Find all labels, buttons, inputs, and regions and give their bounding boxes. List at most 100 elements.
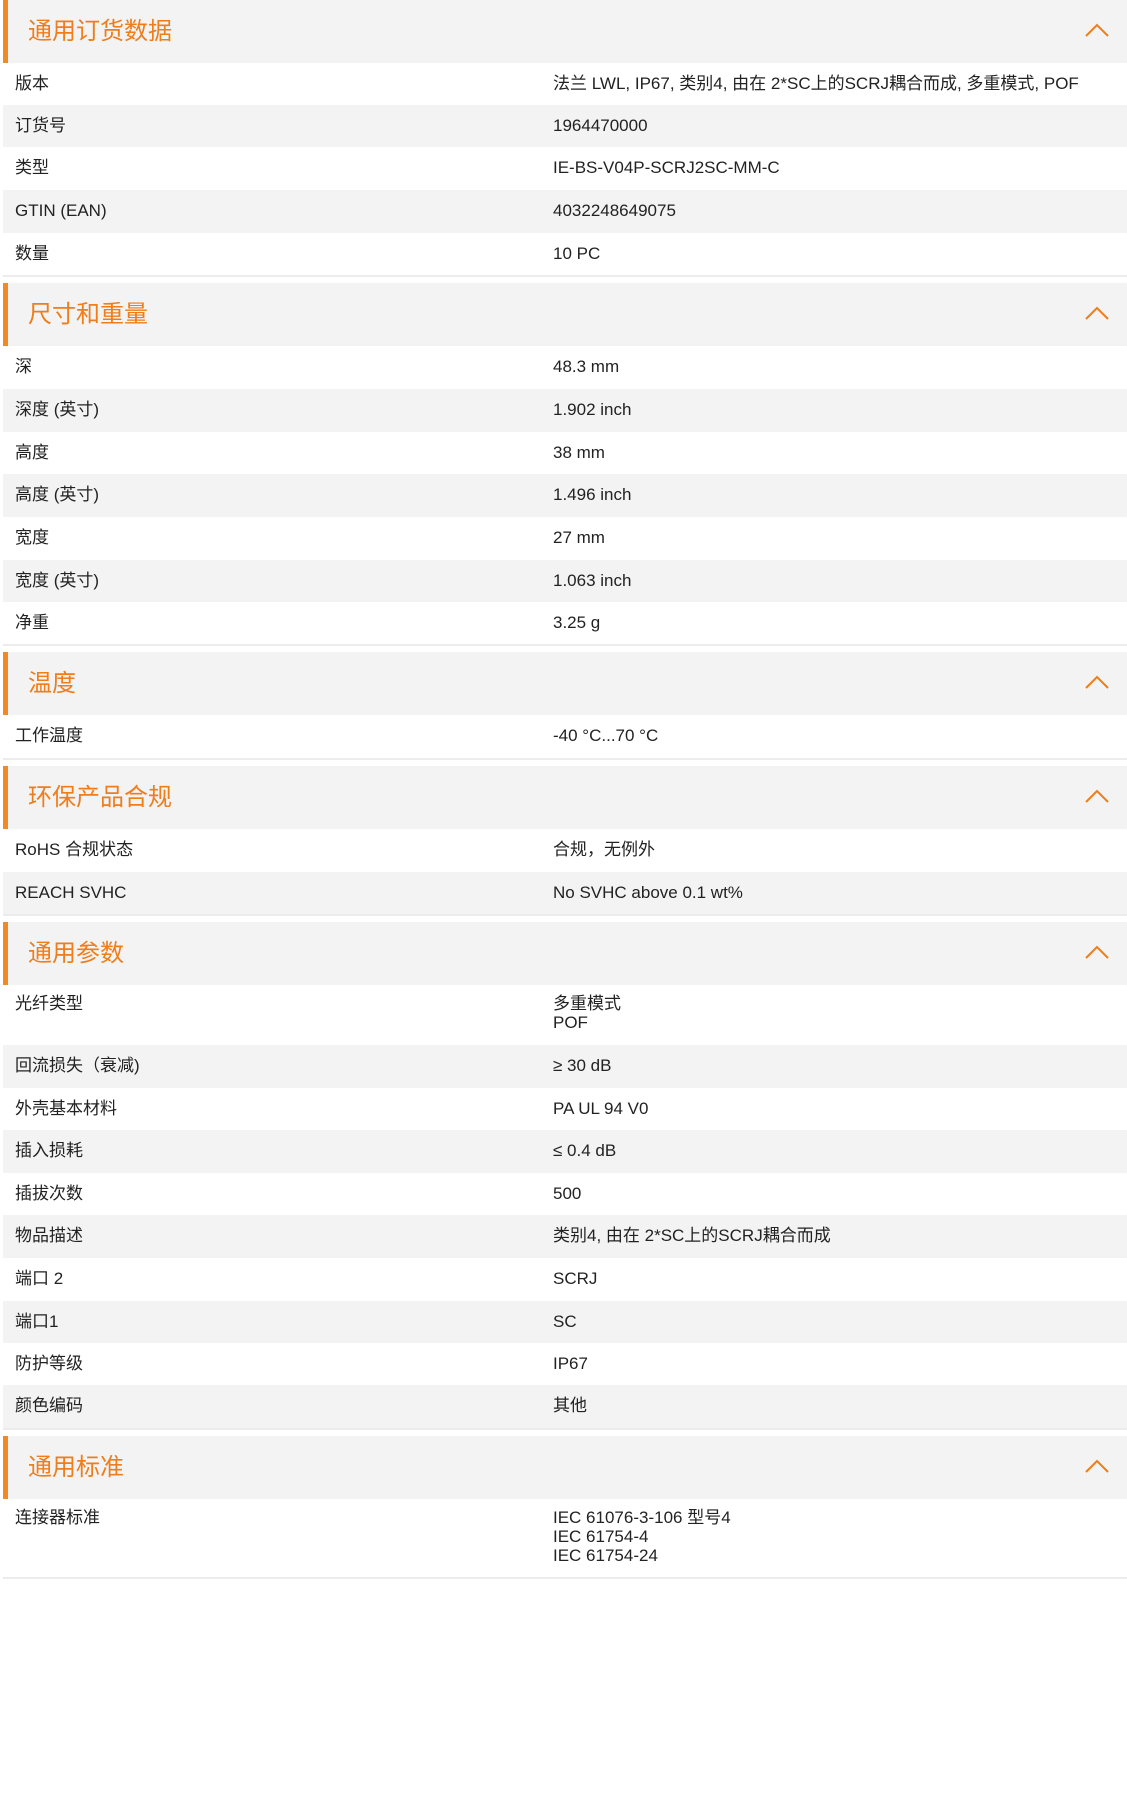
spec-label: 订货号 <box>15 116 66 135</box>
spec-value-line: IEC 61754-4 <box>553 1527 649 1546</box>
spec-value: ≤ 0.4 dB <box>553 1141 617 1160</box>
section-header-general-parameters[interactable]: 通用参数 <box>3 922 1127 985</box>
chevron-up-icon[interactable] <box>1083 20 1111 40</box>
spec-value-line: IEC 61076-3-106 型号4 <box>553 1508 731 1527</box>
spec-label: 端口 2 <box>15 1269 64 1288</box>
spec-row: 端口1 SC <box>3 1301 1127 1343</box>
section-accent-bar <box>3 766 8 829</box>
spec-row: 类型 IE-BS-V04P-SCRJ2SC-MM-C <box>3 147 1127 190</box>
spec-value: 1.063 inch <box>553 571 632 590</box>
spec-row: 插拔次数 500 <box>3 1173 1127 1215</box>
spec-row: 净重 3.25 g <box>3 602 1127 646</box>
spec-row: 连接器标准 IEC 61076-3-106 型号4 IEC 61754-4 IEC 6… <box>3 1499 1127 1579</box>
spec-label: 插入损耗 <box>15 1141 83 1160</box>
spec-value: 1964470000 <box>553 116 648 135</box>
chevron-up-icon[interactable] <box>1083 1456 1111 1476</box>
section-title: 通用标准 <box>28 1454 124 1481</box>
spec-row: RoHS 合规状态 合规，无例外 <box>3 829 1127 872</box>
spec-label: GTIN (EAN) <box>15 201 107 220</box>
spec-value: -40 °C...70 °C <box>553 726 659 745</box>
spec-row: 高度 (英寸) 1.496 inch <box>3 474 1127 517</box>
spec-label: 深 <box>15 357 32 376</box>
spec-label: 工作温度 <box>15 726 83 745</box>
spec-label: 颜色编码 <box>15 1396 83 1415</box>
spec-row: 宽度 (英寸) 1.063 inch <box>3 560 1127 602</box>
section-accent-bar <box>3 0 8 63</box>
chevron-up-icon[interactable] <box>1083 786 1111 806</box>
spec-label: 物品描述 <box>15 1226 83 1245</box>
spec-label: 高度 <box>15 443 49 462</box>
section-header-general-standards[interactable]: 通用标准 <box>3 1436 1127 1499</box>
spec-label: 宽度 <box>15 528 49 547</box>
spec-value: IP67 <box>553 1354 588 1373</box>
spec-value: 多重模式 POF <box>553 994 621 1032</box>
spec-row: GTIN (EAN) 4032248649075 <box>3 190 1127 233</box>
spec-row: 宽度 27 mm <box>3 517 1127 560</box>
chevron-up-icon[interactable] <box>1083 942 1111 962</box>
spec-value: 10 PC <box>553 244 601 263</box>
spec-label: 插拔次数 <box>15 1184 83 1203</box>
spec-row: 高度 38 mm <box>3 432 1127 474</box>
section-title: 环保产品合规 <box>28 784 172 811</box>
spec-row: 工作温度 -40 °C...70 °C <box>3 715 1127 760</box>
spec-value: 27 mm <box>553 528 605 547</box>
spec-label: 端口1 <box>15 1312 59 1331</box>
section-header-ordering-data[interactable]: 通用订货数据 <box>3 0 1127 63</box>
section-header-temperature[interactable]: 温度 <box>3 652 1127 715</box>
section-title: 通用参数 <box>28 940 124 967</box>
spec-value-line: POF <box>553 1013 588 1032</box>
section-accent-bar <box>3 652 8 715</box>
chevron-up-icon[interactable] <box>1083 672 1111 692</box>
spec-label: 深度 (英寸) <box>15 400 100 419</box>
spec-label: 版本 <box>15 74 49 93</box>
section-header-dimensions-weight[interactable]: 尺寸和重量 <box>3 283 1127 346</box>
spec-label: 宽度 (英寸) <box>15 571 100 590</box>
spec-row: 物品描述 类别4, 由在 2*SC上的SCRJ耦合而成 <box>3 1215 1127 1258</box>
spec-value-line: 多重模式 <box>553 994 621 1013</box>
section-accent-bar <box>3 1436 8 1499</box>
section-title: 尺寸和重量 <box>28 301 148 328</box>
spec-value: 4032248649075 <box>553 201 676 220</box>
spec-value: PA UL 94 V0 <box>553 1099 649 1118</box>
spec-row: REACH SVHC No SVHC above 0.1 wt% <box>3 872 1127 916</box>
spec-value: 类别4, 由在 2*SC上的SCRJ耦合而成 <box>553 1226 831 1245</box>
spec-value: IEC 61076-3-106 型号4 IEC 61754-4 IEC 61754-… <box>553 1508 731 1565</box>
spec-value: 法兰 LWL, IP67, 类别4, 由在 2*SC上的SCRJ耦合而成, 多重… <box>553 74 1079 93</box>
spec-value: 1.496 inch <box>553 485 632 504</box>
spec-value: 38 mm <box>553 443 605 462</box>
spec-row: 数量 10 PC <box>3 233 1127 277</box>
spec-row: 光纤类型 多重模式 POF <box>3 985 1127 1045</box>
spec-label: 连接器标准 <box>15 1508 100 1527</box>
spec-label: 回流损失（衰减) <box>15 1056 140 1075</box>
spec-row: 深度 (英寸) 1.902 inch <box>3 389 1127 432</box>
spec-row: 版本 法兰 LWL, IP67, 类别4, 由在 2*SC上的SCRJ耦合而成, … <box>3 63 1127 105</box>
spec-value: 3.25 g <box>553 613 601 632</box>
spec-value: ≥ 30 dB <box>553 1056 612 1075</box>
spec-row: 订货号 1964470000 <box>3 105 1127 147</box>
spec-value: IE-BS-V04P-SCRJ2SC-MM-C <box>553 158 780 177</box>
section-header-environmental-compliance[interactable]: 环保产品合规 <box>3 766 1127 829</box>
chevron-up-icon[interactable] <box>1083 303 1111 323</box>
section-title: 通用订货数据 <box>28 18 172 45</box>
section-accent-bar <box>3 283 8 346</box>
spec-row: 防护等级 IP67 <box>3 1343 1127 1385</box>
spec-row: 外壳基本材料 PA UL 94 V0 <box>3 1088 1127 1130</box>
spec-value: 1.902 inch <box>553 400 632 419</box>
spec-value-line: IEC 61754-24 <box>553 1546 658 1565</box>
spec-label: 光纤类型 <box>15 994 83 1013</box>
spec-label: 类型 <box>15 158 49 177</box>
spec-value: 其他 <box>553 1396 587 1415</box>
spec-label: 防护等级 <box>15 1354 83 1373</box>
spec-label: 外壳基本材料 <box>15 1099 117 1118</box>
spec-row: 深 48.3 mm <box>3 346 1127 389</box>
spec-value: SC <box>553 1312 577 1331</box>
spec-label: 净重 <box>15 613 49 632</box>
spec-label: REACH SVHC <box>15 883 127 902</box>
spec-value: 48.3 mm <box>553 357 620 376</box>
spec-label: RoHS 合规状态 <box>15 840 134 859</box>
spec-row: 回流损失（衰减) ≥ 30 dB <box>3 1045 1127 1088</box>
spec-row: 颜色编码 其他 <box>3 1385 1127 1430</box>
spec-row: 端口 2 SCRJ <box>3 1258 1127 1301</box>
spec-value: No SVHC above 0.1 wt% <box>553 883 743 902</box>
section-accent-bar <box>3 922 8 985</box>
